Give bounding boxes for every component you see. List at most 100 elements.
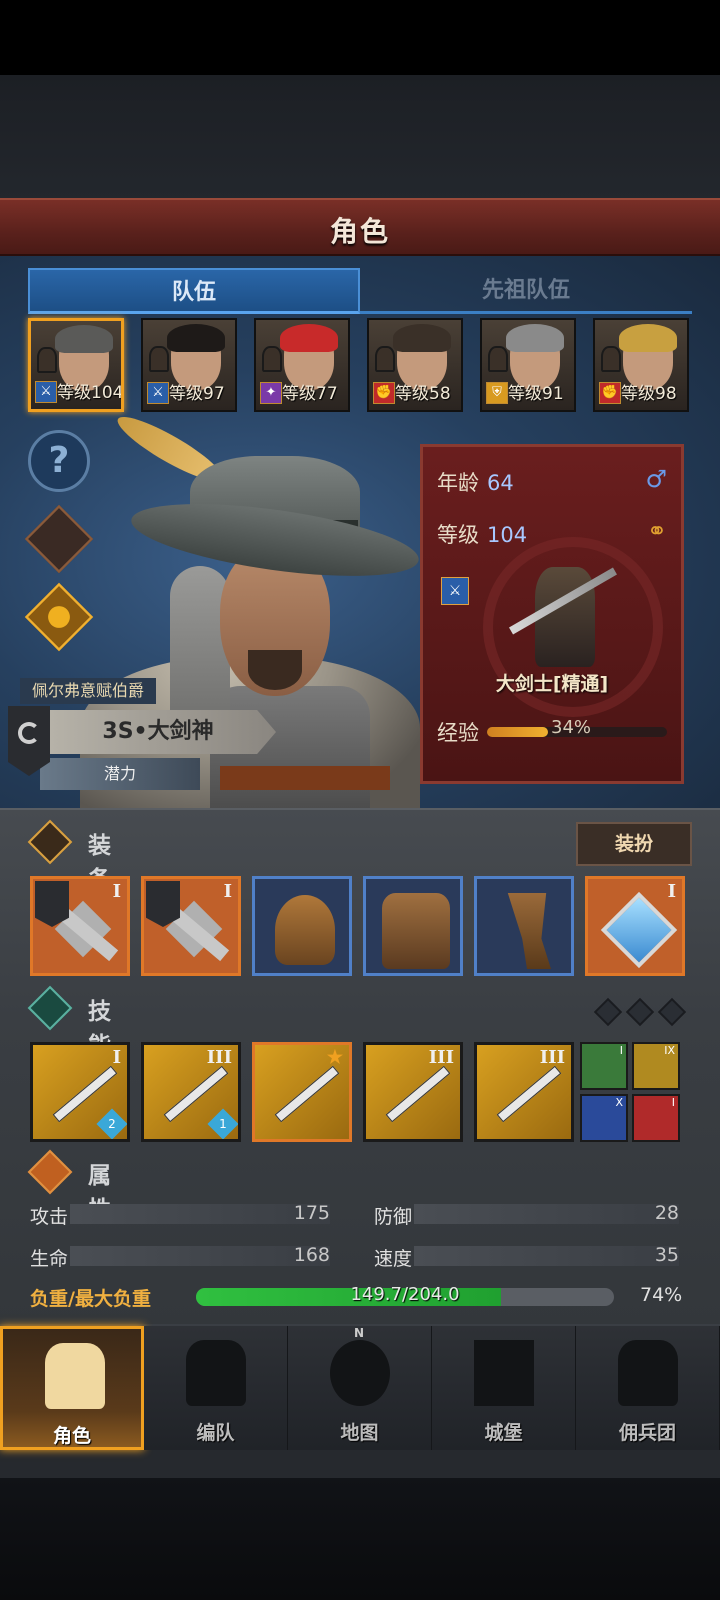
status-area [0,0,720,75]
nav-label: 编队 [196,1422,235,1444]
tier-label: III [206,1047,232,1068]
level-value: 104 [487,523,528,547]
nav-map[interactable]: N 地图 [288,1326,432,1450]
stat-defense: 防御 28 [374,1200,679,1228]
passive-skill-1[interactable]: I [580,1042,628,1090]
equip-slot-great-sword-2[interactable]: I [141,876,241,976]
beard [248,650,302,690]
hero-level: 等级97 [169,384,225,404]
class-icon: ✊ [373,382,395,404]
hero-name: 佩尔弗意赋伯爵 [20,678,157,704]
equip-slot-great-sword-1[interactable]: I [30,876,130,976]
soldier-icon [262,346,282,372]
hero-hair [280,324,338,352]
stat-value: 168 [293,1244,330,1266]
roster-hero-5[interactable]: ⛨ 等级91 [480,318,576,412]
gem-count: 2 [108,1117,116,1131]
roster-hero-4[interactable]: ✊ 等级58 [367,318,463,412]
team-tabs: 队伍 先祖队伍 [28,268,692,314]
tier-label: I [112,1047,121,1068]
castle-icon [474,1340,534,1406]
hero-level: 等级98 [621,384,677,404]
equip-slot-boots[interactable] [474,876,574,976]
tier-label: I [667,881,676,902]
soldier-icon [37,347,57,373]
passive-skill-2[interactable]: IX [632,1042,680,1090]
soldier-icon [375,346,395,372]
tier-label: III [539,1047,565,1068]
passive-skill-3[interactable]: X [580,1094,628,1142]
age-row: 年龄 64 [437,467,514,497]
tab-team[interactable]: 队伍 [28,268,360,314]
hero-level: 等级58 [395,384,451,404]
helmet-formation-icon [186,1340,246,1406]
level-label: 等级 [437,523,479,547]
tier-label: I [223,881,232,902]
stat-label: 速度 [374,1248,413,1270]
diamond-icon [625,997,655,1027]
nav-label: 佣兵团 [618,1422,676,1444]
nav-character[interactable]: 角色 [0,1326,144,1450]
age-value: 64 [487,471,514,495]
nav-label: 城堡 [484,1422,523,1444]
ring-icon[interactable]: ⚭ [647,517,667,545]
load-label: 负重/最大负重 [30,1288,151,1310]
skill-slot-2[interactable]: III 1 [141,1042,241,1142]
roster-hero-6[interactable]: ✊ 等级98 [593,318,689,412]
compass-north: N [354,1326,365,1340]
character-panel: 队伍 先祖队伍 ⚔ 等级104 ⚔ 等级97 ✦ 等级77 ✊ 等级58 ⛨ 等… [0,256,720,816]
passive-skill-4[interactable]: I [632,1094,680,1142]
faction-banner-icon [146,881,180,927]
hero-level: 等级104 [57,383,124,403]
knight-icon [45,1343,105,1409]
rank-plate[interactable]: 3S•大剑神 潜力 [0,706,280,798]
tier-label: I [671,1096,675,1109]
tier-label: IX [664,1044,675,1057]
sword-skill-icon [274,1065,340,1123]
male-icon: ♂ [645,465,667,493]
hero-hair [167,324,225,352]
roster-hero-2[interactable]: ⚔ 等级97 [141,318,237,412]
skill-slots: I 2 III 1 ★ III III I IX X I [30,1042,694,1142]
hero-hair [55,325,113,353]
stat-value: 35 [654,1244,679,1266]
gem-badge-icon: 2 [96,1108,127,1139]
class-icon: ✦ [260,382,282,404]
roster-hero-1[interactable]: ⚔ 等级104 [28,318,124,412]
skill-slot-4[interactable]: III [363,1042,463,1142]
skill-slot-3[interactable]: ★ [252,1042,352,1142]
age-label: 年龄 [437,471,479,495]
skill-slot-1[interactable]: I 2 [30,1042,130,1142]
equip-slot-helmet[interactable] [252,876,352,976]
heart-amulet-icon [600,891,678,969]
roster-hero-3[interactable]: ✦ 等级77 [254,318,350,412]
equip-slot-chest[interactable] [363,876,463,976]
rank-title: 3S•大剑神 [102,719,214,744]
nav-label: 地图 [340,1422,379,1444]
hero-level: 等级77 [282,384,338,404]
class-info-card: 年龄 64 ♂ 等级 104 ⚭ ⚔ 大剑士[精通] 经验 34% [420,444,684,784]
equip-slot-amulet[interactable]: I [585,876,685,976]
nav-label: 角色 [52,1425,91,1447]
skill-slot-5[interactable]: III [474,1042,574,1142]
faction-banner-icon [8,706,50,776]
exp-bar-fill [487,727,549,737]
hero-hair [619,324,677,352]
tier-label: X [615,1096,623,1109]
exp-value: 34% [551,717,592,738]
nav-formation[interactable]: 编队 [144,1326,288,1450]
class-icon: ✊ [599,382,621,404]
tab-ancestor-team[interactable]: 先祖队伍 [360,268,692,314]
nav-castle[interactable]: 城堡 [432,1326,576,1450]
burst-skill-icon [496,1065,562,1123]
load-percent: 74% [640,1284,683,1306]
star-burst-icon [27,985,73,1031]
gem-badge-icon: 1 [207,1108,238,1139]
level-row: 等级 104 [437,519,527,549]
stat-speed: 速度 35 [374,1242,679,1270]
bottom-nav: 角色 编队 N 地图 城堡 佣兵团 [0,1324,720,1480]
dress-up-button[interactable]: 装扮 [576,822,692,866]
soldier-icon [601,346,621,372]
details-panel: 装备 装扮 I I I 技能 [0,808,720,1328]
nav-mercenaries[interactable]: 佣兵团 [576,1326,720,1450]
